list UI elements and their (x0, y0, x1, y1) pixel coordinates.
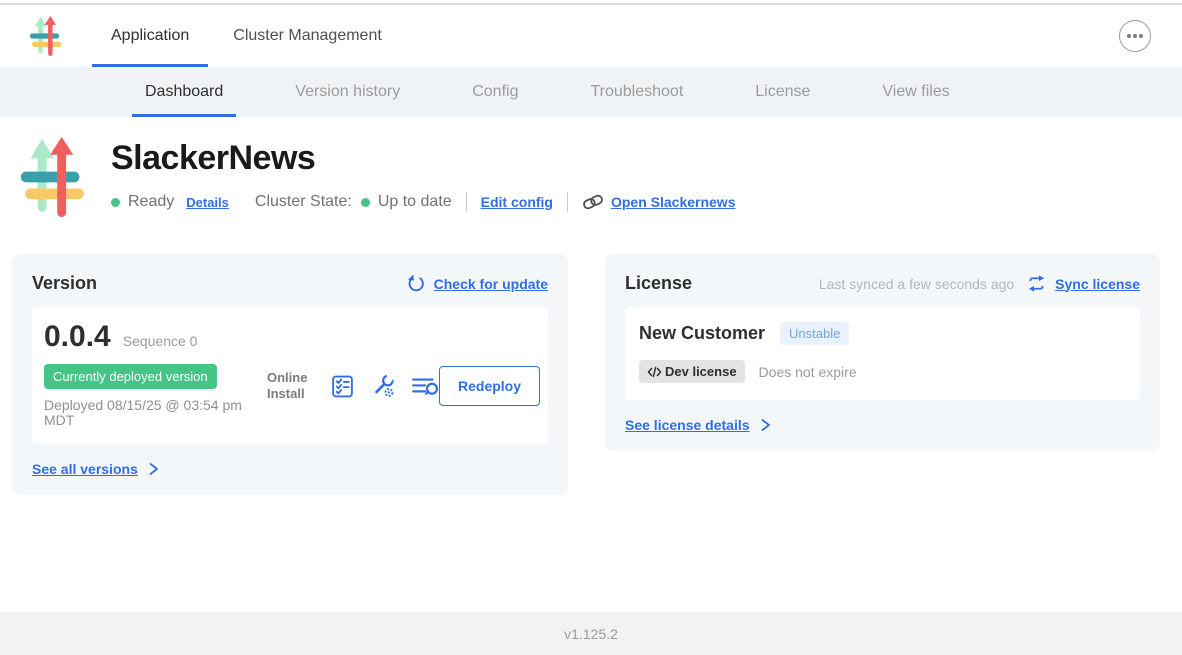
last-synced-text: Last synced a few seconds ago (819, 276, 1014, 292)
tab-cluster-management-label: Cluster Management (233, 27, 382, 45)
channel-badge: Unstable (780, 322, 849, 345)
ellipsis-icon (1127, 34, 1131, 38)
open-app-link[interactable]: Open Slackernews (582, 194, 736, 210)
redeploy-button[interactable]: Redeploy (439, 366, 540, 406)
tab-view-files[interactable]: View files (869, 67, 962, 117)
sync-icon (1027, 275, 1046, 292)
divider (567, 192, 568, 212)
app-logo-icon (28, 16, 62, 56)
license-card: License Last synced a few seconds ago Sy… (605, 254, 1160, 451)
footer: v1.125.2 (0, 612, 1182, 655)
app-subnav: Dashboard Version history Config Trouble… (0, 67, 1182, 117)
tab-troubleshoot[interactable]: Troubleshoot (577, 67, 696, 117)
deployed-badge: Currently deployed version (44, 364, 217, 389)
tab-dashboard[interactable]: Dashboard (132, 67, 236, 117)
tab-version-history[interactable]: Version history (282, 67, 413, 117)
version-card-title: Version (32, 273, 97, 294)
see-license-details-link[interactable]: See license details (625, 417, 1140, 433)
overflow-menu-button[interactable] (1119, 20, 1151, 52)
cluster-state-label: Cluster State: (255, 193, 352, 211)
sync-license-link[interactable]: Sync license (1055, 276, 1140, 292)
app-status-dot (111, 198, 120, 207)
console-version: v1.125.2 (564, 626, 618, 642)
app-header: SlackerNews Ready Details Cluster State:… (17, 137, 1182, 217)
app-status-row: Ready Details Cluster State: Up to date … (111, 192, 736, 212)
license-details-panel: New Customer Unstable Dev license (625, 307, 1140, 400)
code-icon (647, 366, 662, 378)
version-number: 0.0.4 (44, 320, 111, 354)
divider (466, 192, 467, 212)
customer-name: New Customer (639, 323, 765, 344)
cluster-state-text: Up to date (378, 193, 452, 211)
license-expiry: Does not expire (759, 364, 857, 380)
tab-cluster-management[interactable]: Cluster Management (214, 5, 401, 67)
license-card-title: License (625, 273, 692, 294)
version-card: Version Check for update 0.0.4 Sequence … (12, 254, 568, 495)
check-for-update-link[interactable]: Check for update (406, 274, 548, 293)
main-content: SlackerNews Ready Details Cluster State:… (0, 117, 1182, 612)
install-type-label: Online Install (267, 370, 315, 401)
config-wrench-icon[interactable] (370, 373, 396, 399)
edit-config-link[interactable]: Edit config (481, 194, 553, 210)
page-title: SlackerNews (111, 139, 736, 178)
status-details-link[interactable]: Details (186, 195, 229, 210)
chevron-right-icon (147, 462, 160, 476)
top-nav: Application Cluster Management (0, 5, 1182, 67)
preflight-checks-icon[interactable] (330, 374, 355, 399)
link-icon (582, 194, 604, 210)
tab-config[interactable]: Config (459, 67, 531, 117)
tab-application-label: Application (111, 27, 189, 45)
version-sequence: Sequence 0 (123, 333, 198, 349)
app-logo-large-icon (17, 137, 85, 217)
refresh-icon (406, 274, 425, 293)
current-version-panel: 0.0.4 Sequence 0 Currently deployed vers… (32, 307, 548, 444)
tab-application[interactable]: Application (92, 5, 208, 67)
app-status-text: Ready (128, 193, 174, 211)
license-type-badge: Dev license (639, 360, 745, 383)
cluster-state-dot (361, 198, 370, 207)
tab-license[interactable]: License (742, 67, 823, 117)
view-logs-icon[interactable] (411, 374, 439, 398)
chevron-right-icon (759, 418, 772, 432)
deployed-timestamp: Deployed 08/15/25 @ 03:54 pm MDT (44, 398, 254, 428)
see-all-versions-link[interactable]: See all versions (32, 461, 548, 477)
